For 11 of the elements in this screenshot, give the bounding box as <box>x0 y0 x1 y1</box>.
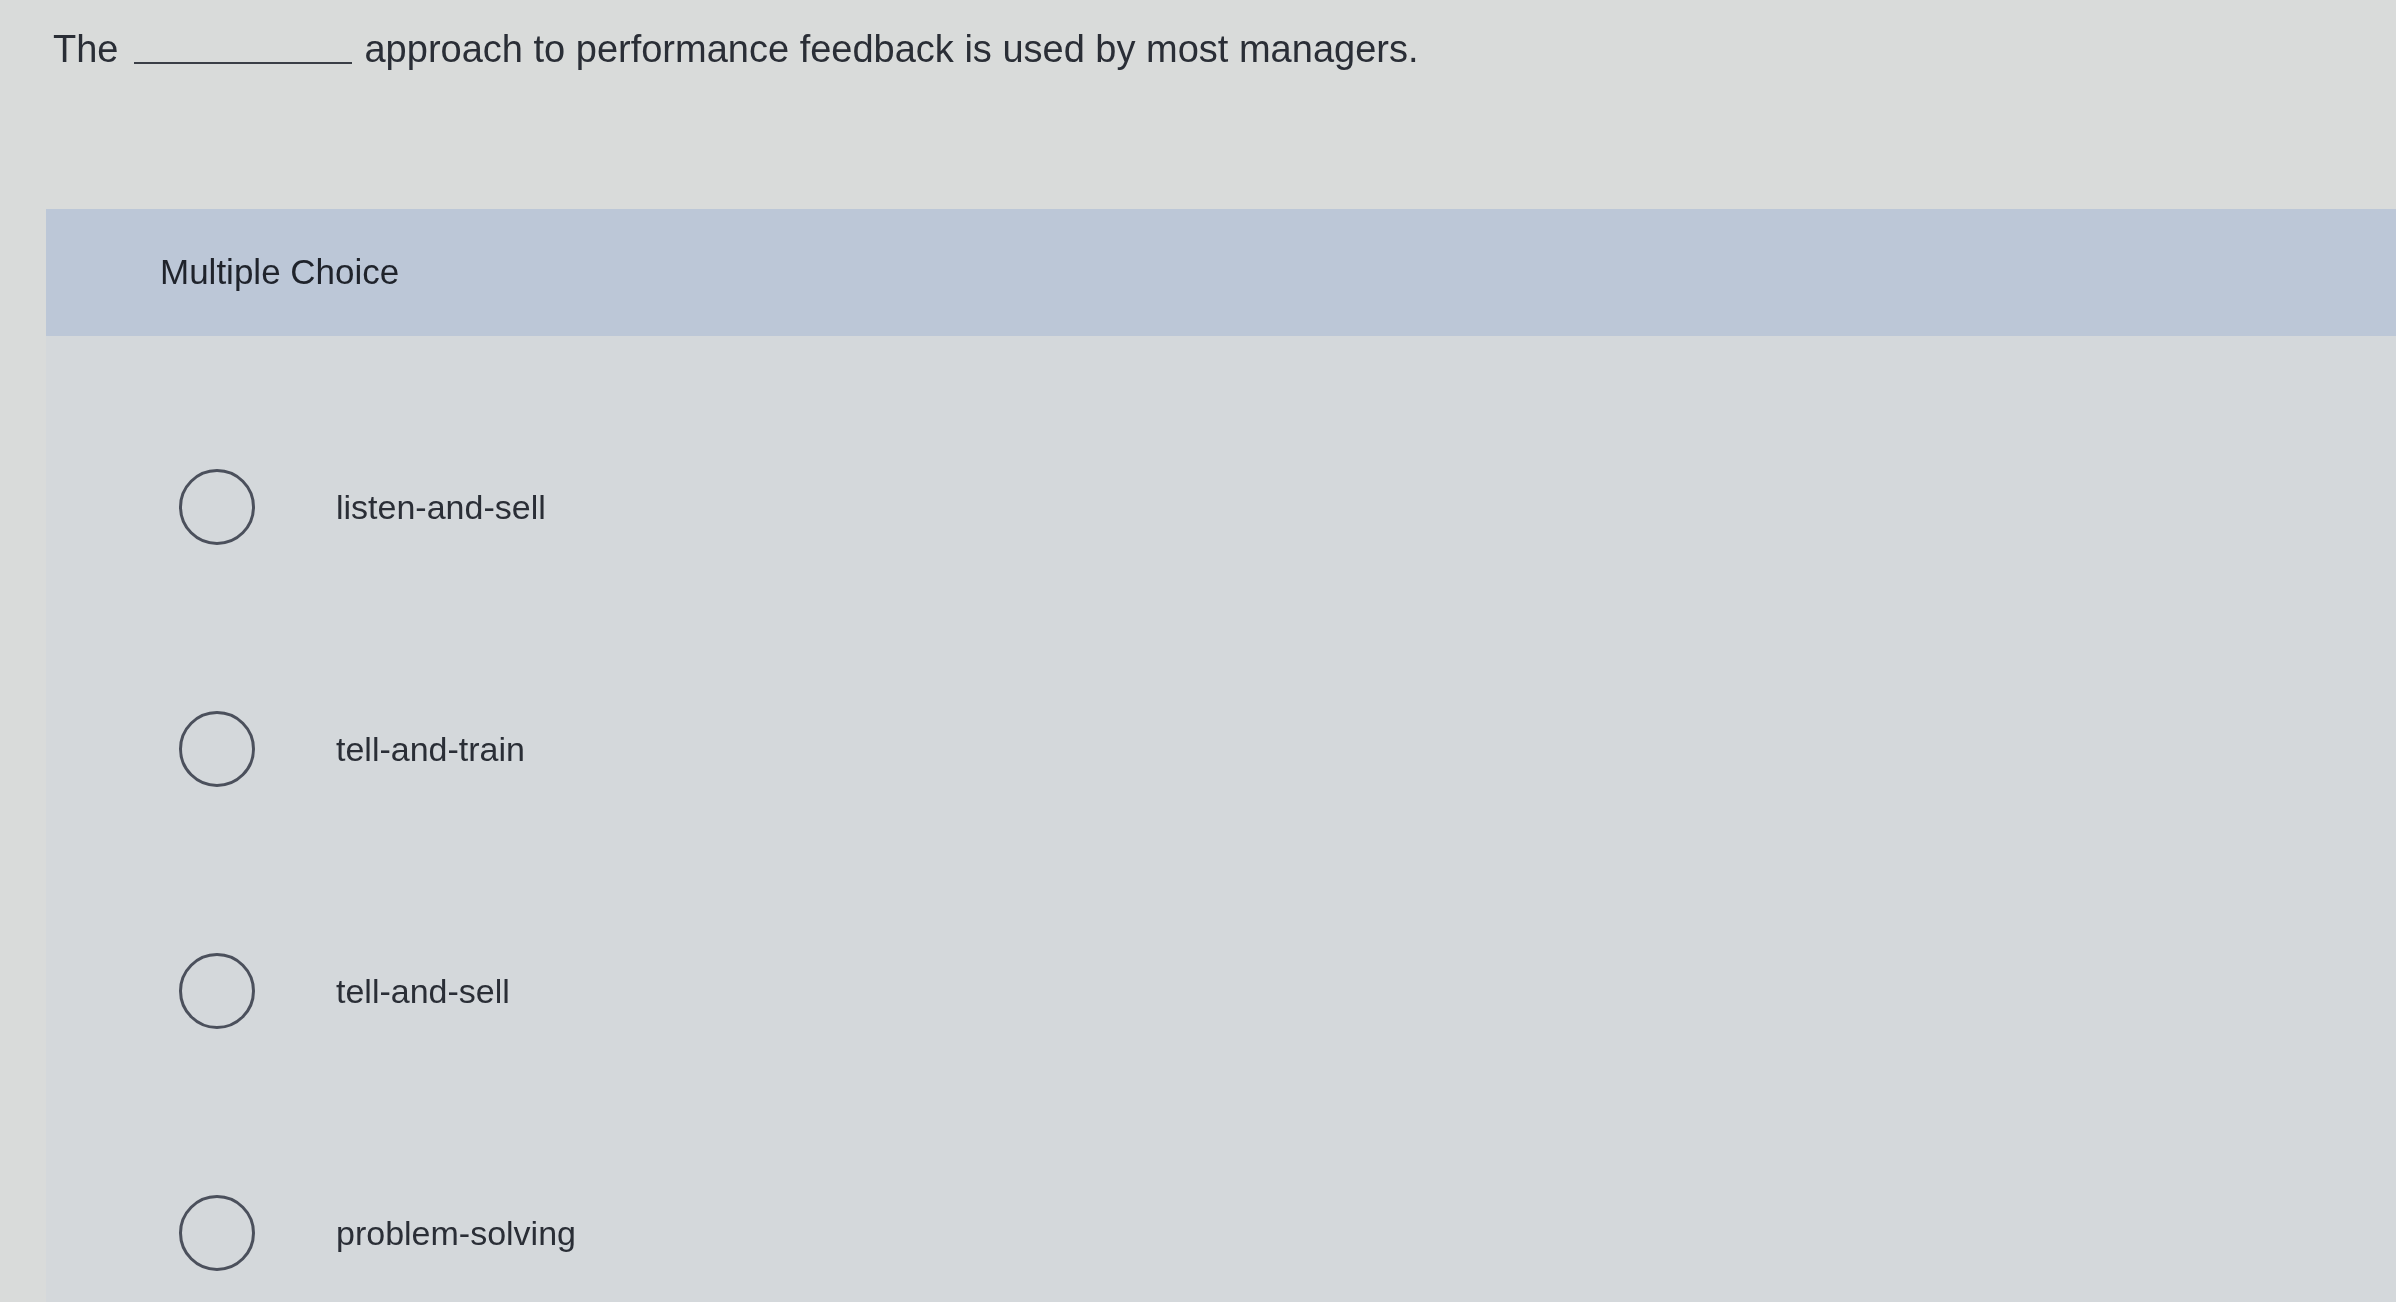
option-label[interactable]: tell-and-sell <box>336 965 510 1017</box>
option-label[interactable]: listen-and-sell <box>336 481 546 533</box>
question-text: approach to performance feedback is used by most managers. <box>364 27 1419 72</box>
question-text: The <box>53 27 119 72</box>
option-label[interactable]: problem-solving <box>336 1207 576 1259</box>
radio-button[interactable] <box>179 953 255 1029</box>
section-title: Multiple Choice <box>160 251 400 294</box>
radio-button[interactable] <box>179 469 255 545</box>
radio-button[interactable] <box>179 1195 255 1271</box>
option-label[interactable]: tell-and-train <box>336 723 525 775</box>
radio-button[interactable] <box>179 711 255 787</box>
